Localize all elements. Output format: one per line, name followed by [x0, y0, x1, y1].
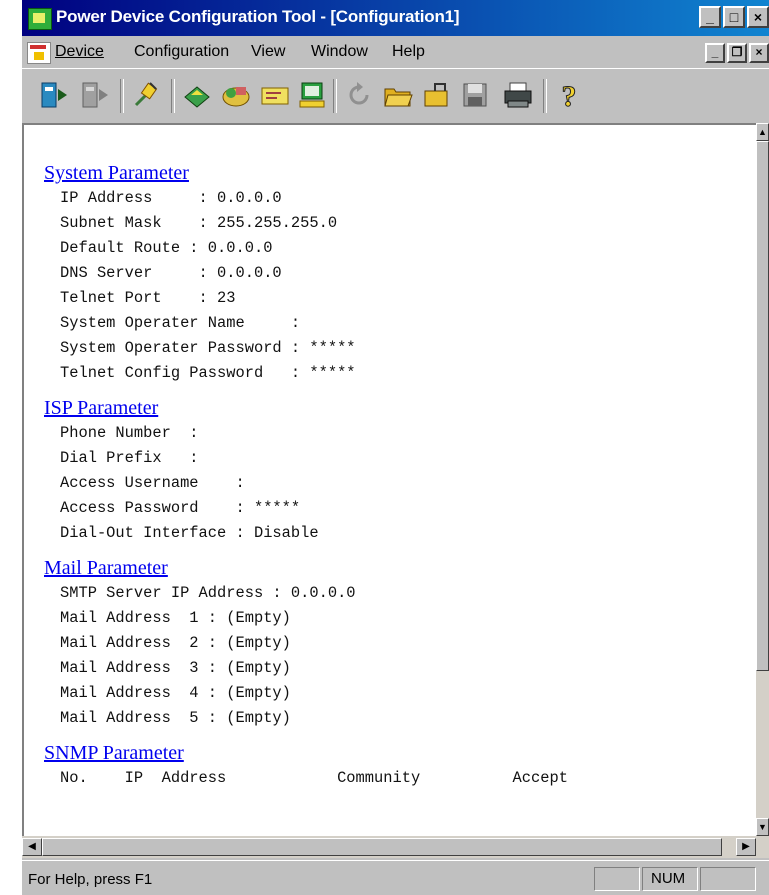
param-row: System Operater Name : [60, 314, 301, 332]
section-heading-isp[interactable]: ISP Parameter [44, 395, 754, 421]
svg-text:?: ? [562, 80, 577, 111]
status-bar: For Help, press F1 NUM [22, 860, 769, 895]
close-button[interactable]: × [747, 6, 769, 28]
param-row: Mail Address 2 : (Empty) [60, 634, 291, 652]
menu-view[interactable]: View [251, 43, 285, 61]
email-icon[interactable] [259, 79, 291, 111]
scroll-right-button[interactable]: ▶ [736, 838, 756, 856]
toolbar-separator [543, 79, 547, 113]
menu-window-label: Window [311, 43, 368, 60]
status-message: For Help, press F1 [28, 871, 153, 888]
param-row: Mail Address 4 : (Empty) [60, 684, 291, 702]
param-row: Mail Address 1 : (Empty) [60, 609, 291, 627]
configuration-content: System Parameter IP Address : 0.0.0.0 Su… [44, 157, 754, 791]
menu-window[interactable]: Window [311, 43, 368, 61]
menu-device[interactable]: Device [55, 43, 104, 61]
open-folder-icon[interactable] [382, 79, 414, 111]
param-row: Default Route : 0.0.0.0 [60, 239, 273, 257]
menu-configuration-label: Configuration [134, 43, 230, 60]
title-bar[interactable]: Power Device Configuration Tool - [Confi… [22, 0, 769, 36]
toolbar-separator [333, 79, 337, 113]
param-row: SMTP Server IP Address : 0.0.0.0 [60, 584, 356, 602]
disconnect-icon[interactable] [79, 79, 111, 111]
app-window: Power Device Configuration Tool - [Confi… [22, 0, 769, 895]
print-icon[interactable] [502, 79, 534, 111]
computer-icon[interactable] [296, 79, 328, 111]
param-row: Mail Address 3 : (Empty) [60, 659, 291, 677]
param-row: Telnet Config Password : ***** [60, 364, 356, 382]
param-row: Access Username : [60, 474, 245, 492]
param-row: Dial-Out Interface : Disable [60, 524, 319, 542]
minimize-button[interactable]: _ [699, 6, 721, 28]
help-icon[interactable]: ? [553, 79, 585, 112]
horizontal-scroll-thumb[interactable] [42, 838, 722, 856]
menu-help[interactable]: Help [392, 43, 425, 61]
horizontal-scrollbar[interactable]: ◀ ▶ [22, 836, 769, 858]
param-row: System Operater Password : ***** [60, 339, 356, 357]
param-row: Subnet Mask : 255.255.255.0 [60, 214, 338, 232]
mdi-close-button[interactable]: × [749, 43, 769, 63]
section-isp: ISP Parameter Phone Number : Dial Prefix… [44, 395, 754, 546]
param-row: Dial Prefix : [60, 449, 199, 467]
vertical-scrollbar[interactable]: ▲ ▼ [756, 123, 769, 836]
scroll-up-button[interactable]: ▲ [756, 123, 769, 141]
param-row: Access Password : ***** [60, 499, 301, 517]
scroll-left-button[interactable]: ◀ [22, 838, 42, 856]
document-view: System Parameter IP Address : 0.0.0.0 Su… [22, 123, 756, 836]
open-icon[interactable] [421, 79, 453, 111]
section-mail: Mail Parameter SMTP Server IP Address : … [44, 555, 754, 731]
param-row: DNS Server : 0.0.0.0 [60, 264, 282, 282]
mdi-minimize-button[interactable]: _ [705, 43, 725, 63]
section-system: System Parameter IP Address : 0.0.0.0 Su… [44, 160, 754, 386]
menu-view-label: View [251, 43, 286, 60]
section-heading-mail[interactable]: Mail Parameter [44, 555, 754, 581]
scroll-down-button[interactable]: ▼ [756, 818, 769, 836]
toolbar-separator [171, 79, 175, 113]
save-icon[interactable] [459, 79, 491, 111]
status-pane-empty [700, 867, 756, 891]
plug-icon[interactable] [130, 79, 162, 111]
maximize-button[interactable]: □ [723, 6, 745, 28]
toolbar: ? [22, 68, 769, 124]
param-row: Phone Number : [60, 424, 199, 442]
mdi-restore-button[interactable]: ❐ [727, 43, 747, 63]
status-num-indicator: NUM [642, 867, 698, 891]
menu-bar: Device Configuration View Window Help _ … [22, 36, 769, 68]
toolbar-separator [120, 79, 124, 113]
snmp-table-header: No. IP Address Community Accept [60, 769, 568, 787]
connect-icon[interactable] [38, 79, 70, 111]
menu-device-label: Device [55, 43, 104, 60]
document-icon[interactable] [27, 42, 51, 64]
param-row: Telnet Port : 23 [60, 289, 236, 307]
upload-icon[interactable] [181, 79, 213, 111]
vertical-scroll-thumb[interactable] [756, 141, 769, 671]
section-heading-system[interactable]: System Parameter [44, 160, 754, 186]
window-title: Power Device Configuration Tool - [Confi… [56, 7, 460, 26]
section-snmp: SNMP Parameter No. IP Address Community … [44, 740, 754, 791]
section-heading-snmp[interactable]: SNMP Parameter [44, 740, 754, 766]
menu-help-label: Help [392, 43, 425, 60]
menu-configuration[interactable]: Configuration [134, 43, 229, 61]
status-pane-empty [594, 867, 640, 891]
network-icon[interactable] [220, 79, 252, 111]
app-icon[interactable] [28, 8, 52, 30]
param-row: IP Address : 0.0.0.0 [60, 189, 282, 207]
refresh-icon[interactable] [343, 79, 375, 111]
param-row: Mail Address 5 : (Empty) [60, 709, 291, 727]
